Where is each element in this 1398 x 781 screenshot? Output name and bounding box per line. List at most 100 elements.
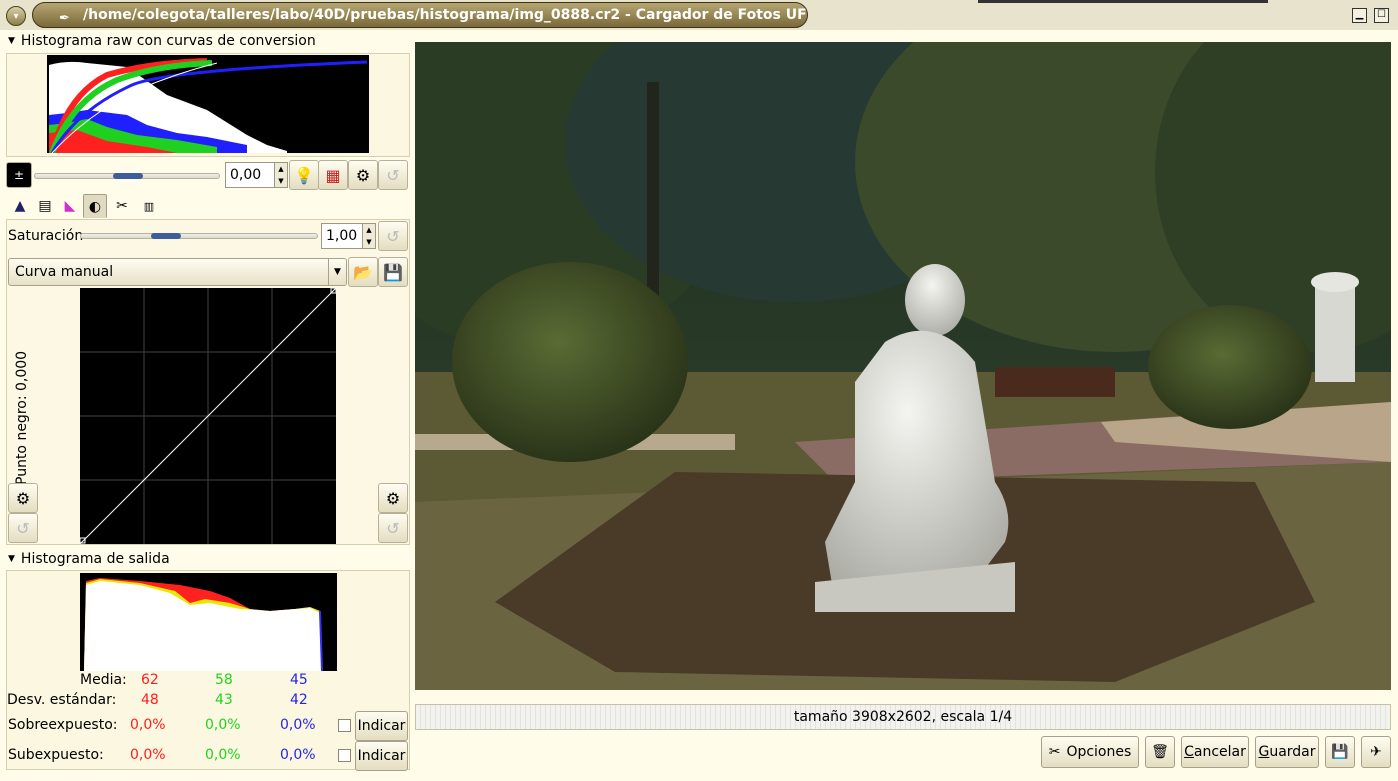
options-button[interactable]: ✂ Opciones — [1041, 736, 1139, 768]
save-as-button[interactable]: 💾 — [1325, 736, 1355, 768]
bulb-icon: 💡 — [294, 165, 314, 185]
save-curve-button[interactable]: 💾 — [378, 257, 408, 287]
mean-label: Media: — [80, 672, 127, 688]
saturation-slider-thumb[interactable] — [151, 233, 181, 239]
auto-exposure-bulb-button[interactable]: 💡 — [289, 160, 319, 190]
underexposed-label: Subexpuesto: — [8, 747, 104, 763]
load-curve-button[interactable]: 📂 — [348, 257, 378, 287]
window-menu-button[interactable]: ▾ — [6, 6, 26, 26]
underexposed-green: 0,0% — [205, 747, 241, 763]
reset-icon: ↺ — [386, 226, 400, 246]
cancel-label-rest: ancelar — [1193, 744, 1246, 760]
reset-icon: ↺ — [16, 518, 30, 538]
gimp-icon: ✈ — [1370, 744, 1382, 760]
std-red: 48 — [141, 692, 159, 708]
exposure-input[interactable]: 0,00 — [225, 162, 275, 188]
gears-icon: ⚙ — [355, 165, 371, 185]
tab-tools[interactable]: ✂ — [110, 194, 134, 218]
top-strip — [978, 0, 1268, 3]
std-blue: 42 — [290, 692, 308, 708]
folder-open-icon: 📂 — [353, 262, 373, 282]
floppy-icon: 💾 — [383, 262, 403, 282]
mean-green: 58 — [215, 672, 233, 688]
chevron-down-icon: ▼ — [328, 259, 346, 285]
auto-curve-button[interactable]: ⚙ — [378, 483, 408, 513]
photo-preview[interactable] — [415, 42, 1391, 690]
raw-histogram-header[interactable]: ▼ Histograma raw con curvas de conversion — [8, 31, 316, 51]
exposure-slider[interactable] — [34, 173, 220, 179]
maximize-button[interactable]: ☐ — [1374, 8, 1389, 23]
indicate-overexposed-button[interactable]: Indicar — [355, 711, 408, 741]
gears-icon: ⚙ — [385, 488, 401, 508]
trash-icon: 🗑 — [1151, 744, 1169, 760]
reset-black-point-button[interactable]: ↺ — [8, 513, 38, 543]
delete-button[interactable]: 🗑 — [1145, 736, 1175, 768]
raw-histogram-chart — [47, 55, 369, 153]
saturation-input[interactable]: 1,00 — [321, 223, 363, 249]
overexposed-blue: 0,0% — [280, 717, 316, 733]
color-triangle-icon: ◣ — [64, 198, 76, 214]
grid-chart-icon: ▤ — [38, 198, 52, 214]
saturation-slider[interactable] — [80, 233, 318, 239]
color-grid-icon: ▦ — [325, 165, 341, 185]
reset-exposure-button[interactable]: ↺ — [378, 160, 408, 190]
raw-tab-icon: ▲ — [14, 198, 26, 214]
underexposed-checkbox[interactable] — [338, 749, 351, 762]
overexposed-red: 0,0% — [130, 717, 166, 733]
send-to-gimp-button[interactable]: ✈ — [1361, 736, 1391, 768]
corrections-icon: ◐ — [88, 198, 102, 215]
tab-exif[interactable]: ▥ — [136, 194, 162, 218]
auto-black-point-button[interactable]: ⚙ — [8, 483, 38, 513]
cancel-label: Cancelar — [1184, 737, 1246, 767]
title-bar: ▾ ✒ /home/colegota/talleres/labo/40D/pru… — [0, 0, 1398, 30]
collapse-arrow-icon: ▼ — [8, 36, 15, 46]
exposure-slider-thumb[interactable] — [113, 173, 143, 179]
tab-raw[interactable]: ▲ — [8, 194, 32, 218]
window-title: /home/colegota/talleres/labo/40D/pruebas… — [83, 7, 808, 23]
mean-red: 62 — [141, 672, 159, 688]
exposure-spinner[interactable]: ▲ ▼ — [274, 162, 288, 188]
indicate-underexposed-button[interactable]: Indicar — [355, 741, 408, 771]
save-label: Guardar — [1258, 737, 1315, 767]
tab-corrections[interactable]: ◐ — [83, 194, 107, 218]
reset-icon: ↺ — [386, 165, 400, 185]
exif-barcode-icon: ▥ — [143, 199, 155, 213]
exposure-icon: ± — [6, 162, 32, 188]
output-histogram-chart — [80, 573, 337, 671]
auto-adjust-button[interactable]: ⚙ — [348, 160, 378, 190]
reset-curve-button[interactable]: ↺ — [378, 513, 408, 543]
save-label-rest: uardar — [1269, 744, 1316, 760]
floppy-icon: 💾 — [1331, 744, 1349, 760]
tab-color-management[interactable]: ◣ — [58, 194, 82, 218]
saturation-label: Saturación — [8, 228, 84, 244]
curve-editor[interactable] — [80, 288, 336, 544]
gears-icon: ⚙ — [15, 488, 31, 508]
overexposed-label: Sobreexpuesto: — [8, 717, 118, 733]
window-title-bar[interactable]: ✒ /home/colegota/talleres/labo/40D/prueb… — [32, 2, 808, 28]
mean-blue: 45 — [290, 672, 308, 688]
output-histogram-header[interactable]: ▼ Histograma de salida — [8, 549, 170, 569]
overexposed-green: 0,0% — [205, 717, 241, 733]
saturation-spinner[interactable]: ▲ ▼ — [362, 223, 376, 249]
overexposed-checkbox[interactable] — [338, 719, 351, 732]
curve-select[interactable]: Curva manual ▼ — [8, 258, 347, 286]
cancel-mnemonic: C — [1184, 744, 1194, 760]
reset-icon: ↺ — [386, 518, 400, 538]
std-green: 43 — [215, 692, 233, 708]
app-feather-icon: ✒ — [59, 11, 70, 26]
std-label: Desv. estándar: — [7, 692, 117, 708]
save-button[interactable]: Guardar — [1255, 736, 1319, 768]
black-point-label: Punto negro: 0,000 — [14, 350, 30, 485]
clip-highlights-button[interactable]: ▦ — [318, 160, 348, 190]
cancel-button[interactable]: Cancelar — [1181, 736, 1249, 768]
tools-icon: ✂ — [116, 198, 128, 214]
status-bar: tamaño 3908x2602, escala 1/4 — [415, 704, 1391, 730]
minimize-button[interactable]: ▁ — [1352, 8, 1367, 23]
underexposed-red: 0,0% — [130, 747, 166, 763]
tab-white-balance[interactable]: ▤ — [33, 194, 57, 218]
save-mnemonic: G — [1258, 744, 1270, 760]
underexposed-blue: 0,0% — [280, 747, 316, 763]
tools-icon: ✂ — [1048, 744, 1061, 760]
collapse-arrow-icon: ▼ — [8, 554, 15, 564]
reset-saturation-button[interactable]: ↺ — [378, 221, 408, 251]
